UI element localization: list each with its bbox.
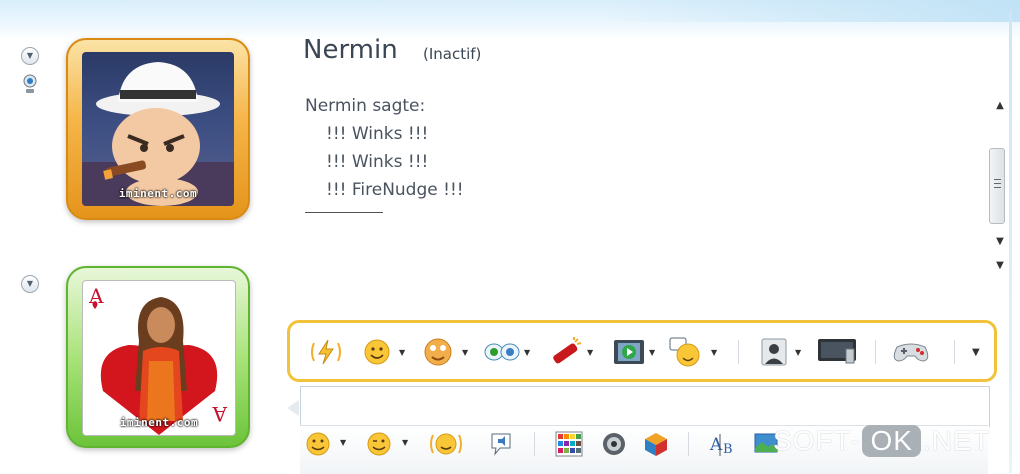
wink-dropdown-arrow[interactable]: ▼ [402,438,408,447]
message-line: !!! Winks !!! [326,124,429,144]
nudge-icon[interactable] [428,430,464,458]
contact-avatar-picture: iminent.com [82,52,234,206]
contact-card-dropdown-arrow[interactable]: ▼ [795,348,801,357]
site-watermark: SOFT- OK .NET [773,425,991,457]
firecracker-dropdown-arrow[interactable]: ▼ [587,348,593,357]
toolbar-separator [534,432,535,456]
color-palette-icon[interactable] [554,430,584,458]
wink-dropdown-arrow[interactable]: ▼ [462,348,468,357]
self-avatar[interactable]: A A iminent.com [66,266,250,448]
eyes-dropdown-arrow[interactable]: ▼ [524,348,530,357]
sound-icon[interactable] [600,430,628,458]
input-pointer [287,400,299,416]
wink-icon[interactable] [366,430,392,458]
scroll-up-arrow[interactable]: ▲ [993,100,1007,111]
contact-avatar-watermark: iminent.com [118,187,198,200]
monitor-icon[interactable] [816,337,858,367]
contact-avatar[interactable]: iminent.com [66,38,250,220]
toolbar-separator [738,340,739,364]
site-watermark-part: .NET [922,425,991,456]
contact-card-icon[interactable] [760,337,788,367]
scroll-down-arrow[interactable]: ▼ [993,236,1007,247]
gamepad-icon[interactable] [891,337,931,367]
contact-name: Nermin [303,35,398,65]
emoticon-dropdown-arrow[interactable]: ▼ [399,348,405,357]
emoticon-dropdown-arrow[interactable]: ▼ [340,438,346,447]
window-title-band [0,0,1020,40]
toolbar-separator [875,340,876,364]
site-watermark-ok: OK [862,425,921,457]
svg-text:A: A [709,435,723,455]
firecracker-icon[interactable] [548,337,584,367]
toolbar-separator [688,432,689,456]
self-avatar-picture: A A iminent.com [82,280,236,436]
webcam-icon[interactable] [23,74,37,96]
window-right-edge [1009,10,1012,473]
message-line: !!! Winks !!! [326,152,429,172]
speech-emoticon-icon[interactable] [668,337,704,367]
nudge-icon[interactable] [308,337,344,367]
spellcheck-icon[interactable]: A B [708,430,738,458]
speech-emoticon-dropdown-arrow[interactable]: ▼ [711,348,717,357]
self-avatar-watermark: iminent.com [119,416,199,429]
emoticon-icon[interactable] [364,337,390,367]
message-separator [305,212,383,213]
scroll-to-end-button[interactable]: ▼ [993,260,1007,271]
toolbar-overflow-arrow[interactable]: ▼ [972,347,980,358]
wink-icon[interactable] [424,337,454,367]
toolbar-separator [954,340,955,364]
site-watermark-part: SOFT- [773,425,861,456]
emoticon-icon[interactable] [305,430,331,458]
voice-clip-icon[interactable] [488,430,514,458]
svg-text:B: B [723,442,733,457]
scrollbar-thumb[interactable] [989,148,1005,224]
video-dropdown-arrow[interactable]: ▼ [649,348,655,357]
message-input[interactable] [300,386,990,427]
contact-options-toggle[interactable]: ▼ [21,47,39,65]
cube-icon[interactable] [642,430,670,458]
self-options-toggle[interactable]: ▼ [21,275,39,293]
video-icon[interactable] [612,337,646,367]
sender-line: Nermin sagte: [305,96,426,116]
contact-status: (Inactif) [423,45,482,63]
eyes-icon[interactable] [484,337,520,367]
message-line: !!! FireNudge !!! [326,180,464,200]
